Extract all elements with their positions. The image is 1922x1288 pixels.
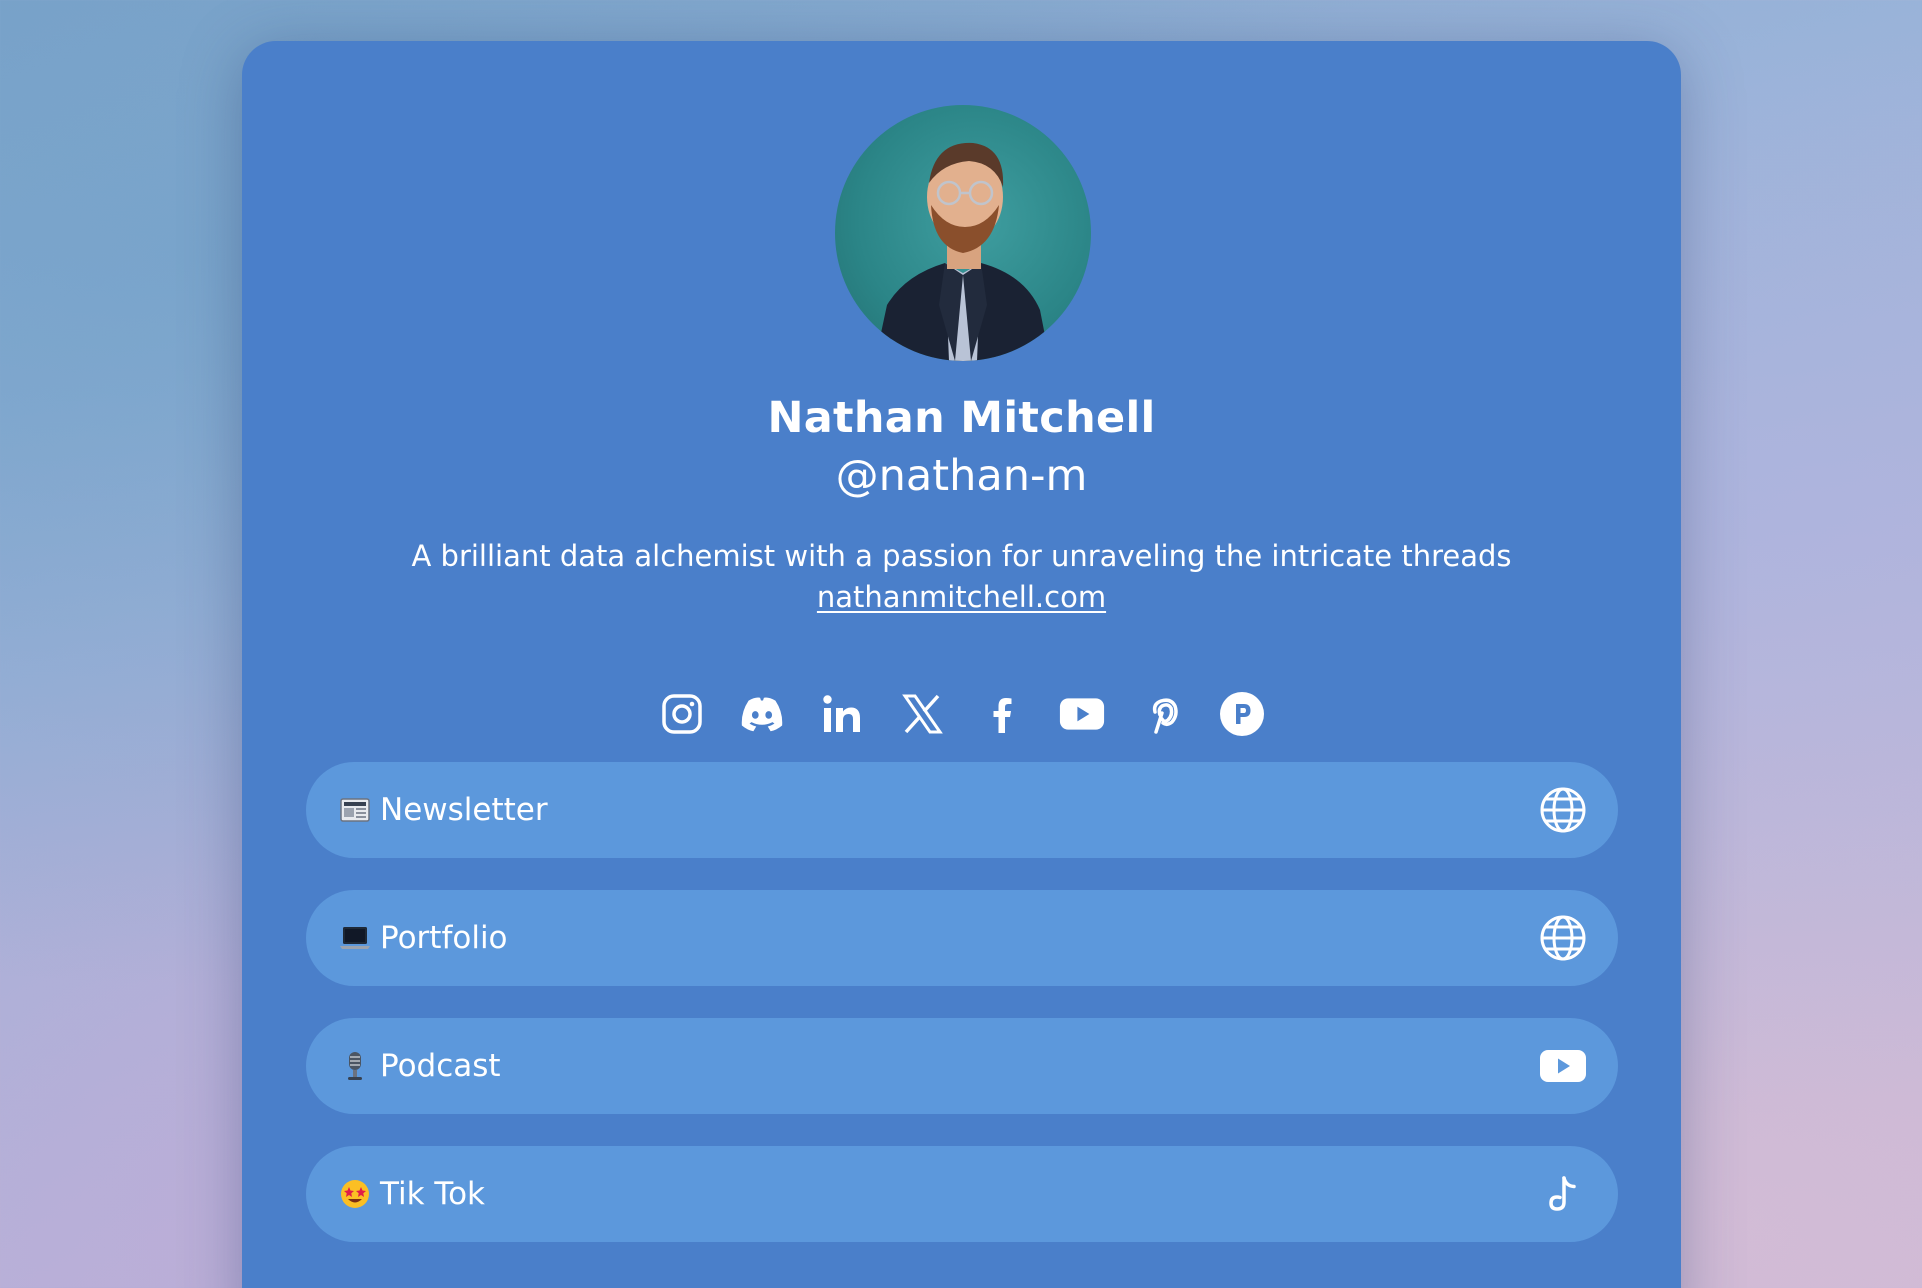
profile-card: Nathan Mitchell @nathan-m A brilliant da… bbox=[242, 41, 1681, 1288]
profile-handle: @nathan-m bbox=[835, 451, 1088, 501]
microphone-emoji bbox=[340, 1051, 370, 1081]
pinterest-icon[interactable] bbox=[1139, 691, 1185, 737]
x-twitter-icon[interactable] bbox=[899, 691, 945, 737]
youtube-icon bbox=[1538, 1041, 1588, 1091]
website-link-wrap: nathanmitchell.com bbox=[242, 580, 1681, 614]
avatar bbox=[835, 105, 1091, 361]
link-button-tiktok[interactable]: Tik Tok bbox=[306, 1146, 1618, 1242]
link-label: Portfolio bbox=[380, 920, 508, 956]
laptop-emoji bbox=[340, 923, 370, 953]
profile-name: Nathan Mitchell bbox=[767, 393, 1156, 443]
link-button-newsletter[interactable]: Newsletter bbox=[306, 762, 1618, 858]
youtube-icon[interactable] bbox=[1059, 691, 1105, 737]
facebook-icon[interactable] bbox=[979, 691, 1025, 737]
globe-icon bbox=[1538, 913, 1588, 963]
link-button-portfolio[interactable]: Portfolio bbox=[306, 890, 1618, 986]
instagram-icon[interactable] bbox=[659, 691, 705, 737]
tiktok-icon bbox=[1538, 1169, 1588, 1219]
newspaper-emoji bbox=[340, 795, 370, 825]
patreon-icon[interactable] bbox=[1219, 691, 1265, 737]
linkedin-icon[interactable] bbox=[819, 691, 865, 737]
link-button-podcast[interactable]: Podcast bbox=[306, 1018, 1618, 1114]
globe-icon bbox=[1538, 785, 1588, 835]
social-icons-row bbox=[242, 691, 1681, 737]
star-struck-emoji bbox=[340, 1179, 370, 1209]
discord-icon[interactable] bbox=[739, 691, 785, 737]
profile-bio: A brilliant data alchemist with a passio… bbox=[411, 539, 1512, 573]
link-label: Newsletter bbox=[380, 792, 548, 828]
website-link[interactable]: nathanmitchell.com bbox=[817, 580, 1106, 614]
link-label: Tik Tok bbox=[380, 1176, 485, 1212]
link-label: Podcast bbox=[380, 1048, 501, 1084]
